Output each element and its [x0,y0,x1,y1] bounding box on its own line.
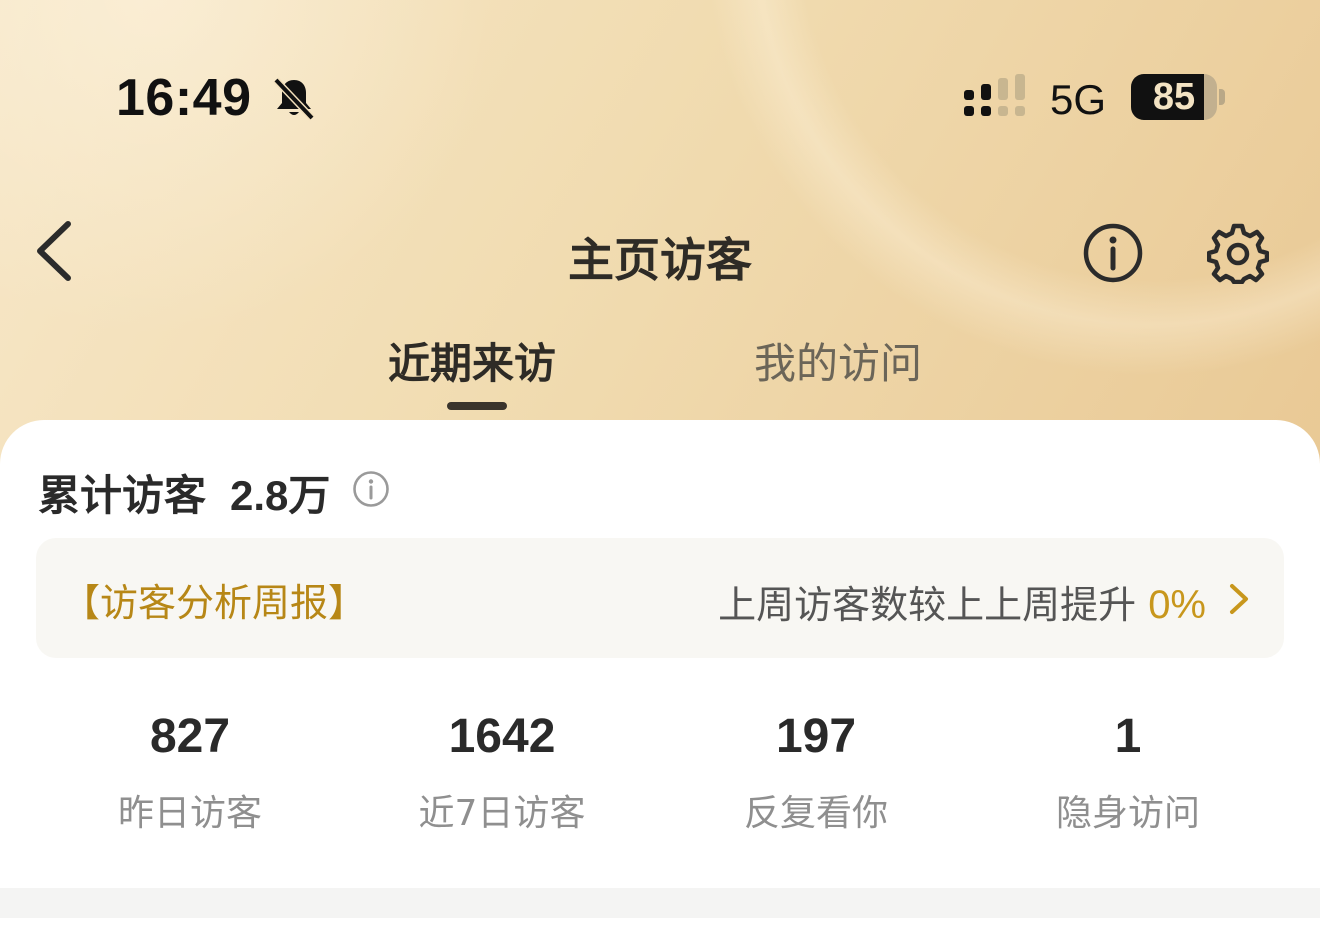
stat-yesterday-visitors[interactable]: 827 昨日访客 [40,706,340,836]
battery-tip [1219,89,1225,105]
chevron-right-icon[interactable] [1228,582,1250,616]
section-divider [0,888,1320,918]
stat-label: 近7日访客 [418,793,586,834]
weekly-report-title: 【访客分析周报】 [62,581,367,625]
battery-icon: 85 [1131,74,1225,120]
info-icon[interactable] [1082,222,1144,284]
next-section-top [0,918,1320,940]
stat-value: 1 [1114,710,1142,763]
info-icon[interactable] [352,470,390,508]
active-tab-indicator [447,402,507,410]
total-visitors-value: 2.8万 [230,472,331,519]
total-visitors-label: 累计访客 [38,471,207,520]
stat-7day-visitors[interactable]: 1642 近7日访客 [352,706,652,836]
tab-my-visits[interactable]: 我的访问 [754,330,922,391]
status-time: 16:49 [116,69,252,127]
battery-level: 85 [1152,76,1196,118]
tab-recent-visits[interactable]: 近期来访 [388,330,556,391]
stat-value: 197 [775,710,857,763]
bell-off-icon [273,77,315,121]
stat-label: 反复看你 [743,793,888,834]
stat-label: 隐身访问 [1055,793,1200,834]
stat-label: 昨日访客 [117,793,262,834]
stat-hidden-visits[interactable]: 1 隐身访问 [978,706,1278,836]
weekly-report-percent: 0% [1148,583,1206,627]
gear-icon[interactable] [1207,222,1269,284]
stat-value: 1642 [448,710,556,763]
weekly-report-description: 上周访客数较上上周提升 0% [718,574,1206,629]
stat-value: 827 [149,710,231,763]
signal-icon [964,74,1025,116]
network-type: 5G [1050,76,1107,123]
weekly-report-text: 上周访客数较上上周提升 [718,583,1137,627]
stat-repeat-viewers[interactable]: 197 反复看你 [666,706,966,836]
decorative-swirl [700,0,1320,380]
